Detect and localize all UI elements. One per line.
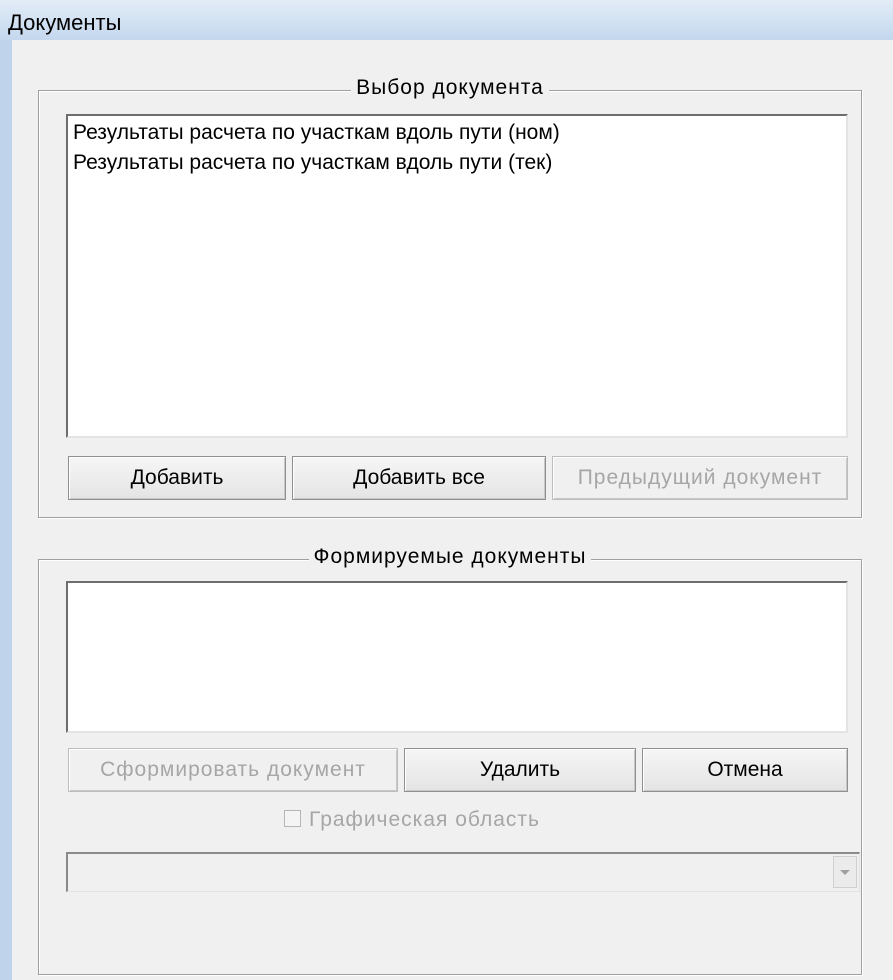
combo-dropdown-button[interactable] [833, 856, 857, 888]
graphic-area-checkbox[interactable]: Графическая область [284, 808, 540, 832]
generated-documents-group-title: Формируемые документы [308, 545, 592, 568]
window-title: Документы [8, 10, 122, 35]
delete-button[interactable]: Удалить [404, 748, 636, 792]
generate-document-button[interactable]: Сформировать документ [68, 748, 398, 792]
dialog-client-area: Выбор документа Результаты расчета по уч… [12, 40, 893, 980]
generated-documents-list[interactable] [66, 581, 848, 733]
add-all-button[interactable]: Добавить все [292, 456, 546, 500]
document-combo-box[interactable] [66, 852, 860, 892]
documents-window: Документы Выбор документа Результаты рас… [0, 0, 893, 980]
checkbox-icon[interactable] [284, 810, 301, 827]
cancel-button[interactable]: Отмена [642, 748, 848, 792]
previous-document-button[interactable]: Предыдущий документ [552, 456, 848, 500]
list-item[interactable]: Результаты расчета по участкам вдоль пут… [68, 148, 846, 178]
title-bar[interactable]: Документы [0, 0, 893, 40]
document-list[interactable]: Результаты расчета по участкам вдоль пут… [66, 114, 848, 438]
document-selection-group-title: Выбор документа [351, 76, 549, 99]
list-item[interactable]: Результаты расчета по участкам вдоль пут… [68, 118, 846, 148]
add-button[interactable]: Добавить [68, 456, 286, 500]
graphic-area-checkbox-label: Графическая область [309, 808, 540, 831]
chevron-down-icon [840, 870, 850, 875]
